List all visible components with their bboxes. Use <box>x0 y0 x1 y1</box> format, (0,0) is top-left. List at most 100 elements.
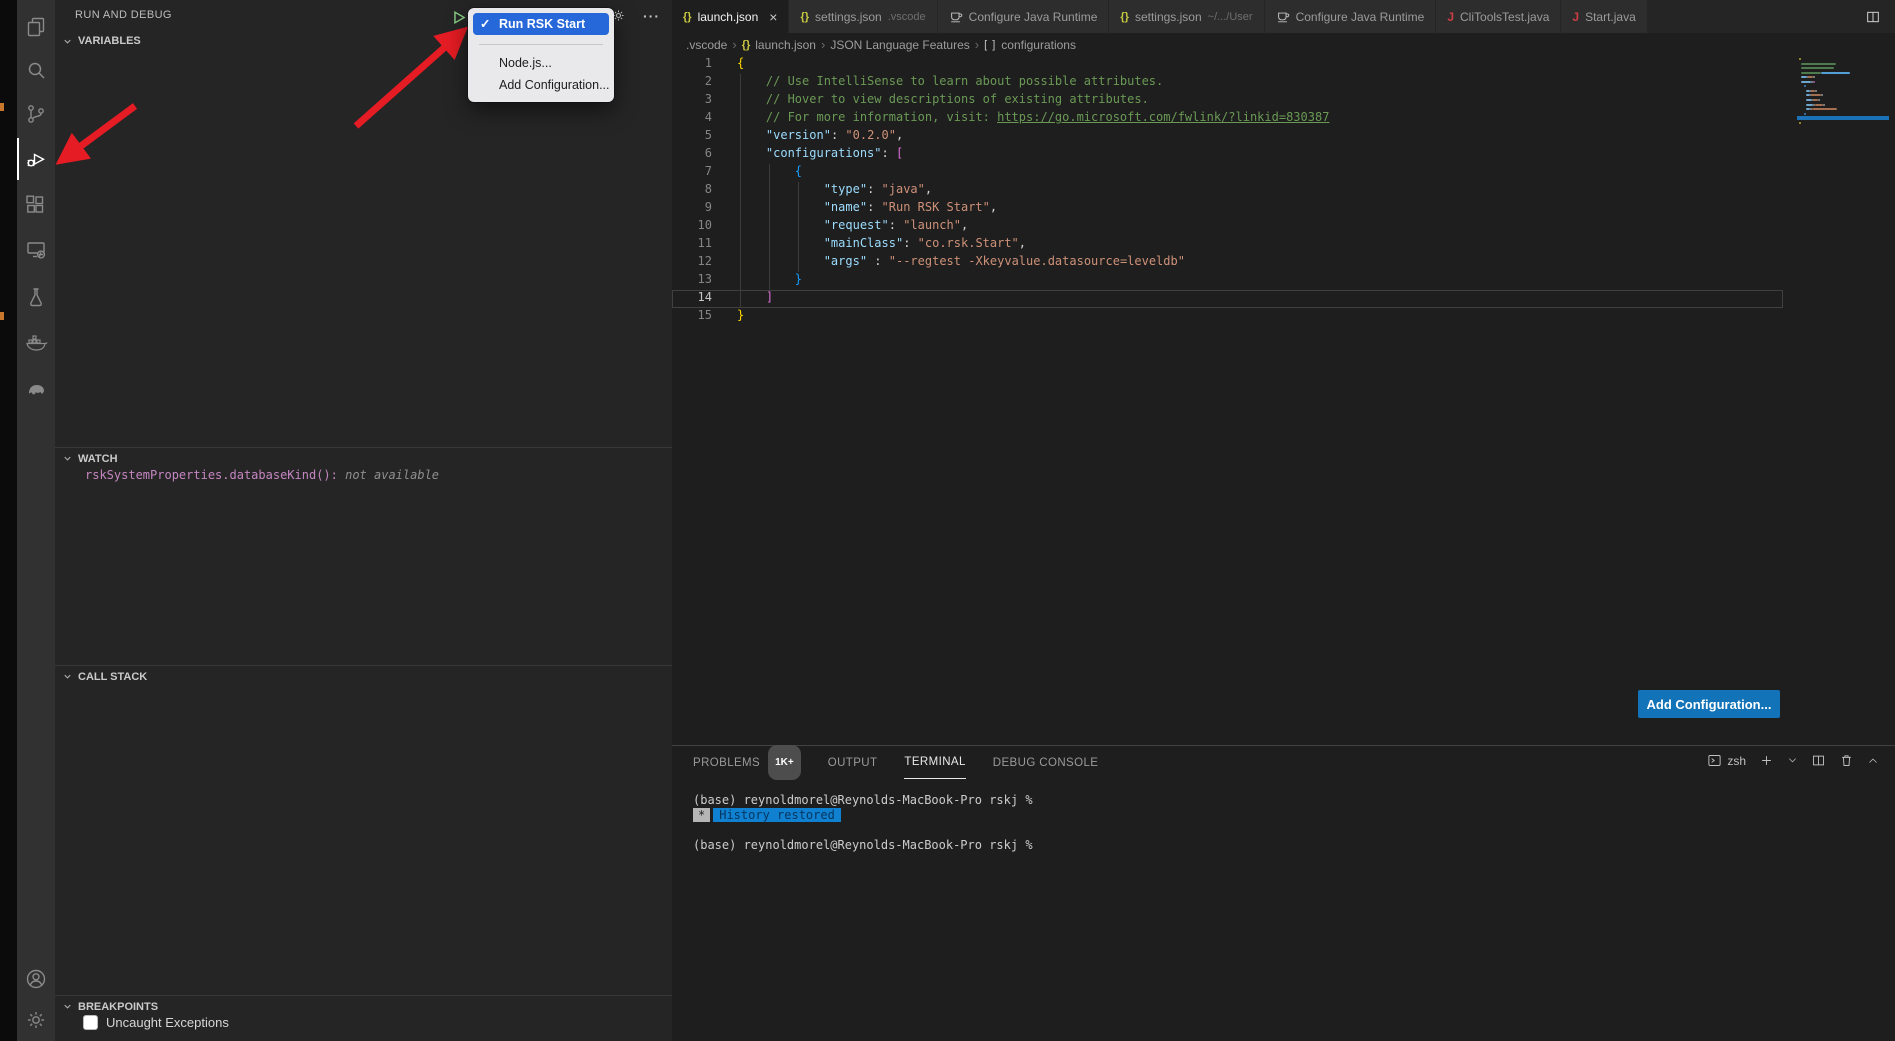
tab-label: CliToolsTest.java <box>1460 10 1549 24</box>
chevron-down-icon <box>62 671 73 682</box>
minimap-line <box>1808 76 1812 78</box>
minimap-line <box>1806 104 1813 106</box>
line-content: "version": "0.2.0", <box>737 128 903 146</box>
editor-tab[interactable]: JStart.java <box>1561 0 1647 33</box>
editor-tab[interactable]: Configure Java Runtime <box>938 0 1110 33</box>
panel-tab[interactable]: DEBUG CONSOLE <box>993 747 1099 779</box>
panel-tab[interactable]: PROBLEMS1K+ <box>693 747 801 779</box>
chevron-right-icon: › <box>821 37 825 52</box>
breadcrumb-item[interactable]: launch.json <box>755 38 816 52</box>
more-actions-icon[interactable]: ··· <box>643 11 660 21</box>
line-number: 14 <box>672 290 712 308</box>
minimap-line <box>1804 85 1806 87</box>
line-number: 8 <box>672 182 712 200</box>
editor-tab[interactable]: {}settings.json.vscode <box>789 0 937 33</box>
code-line[interactable]: 8 "type": "java", <box>672 182 1783 200</box>
watch-value: not available <box>338 468 439 482</box>
source-control-icon[interactable] <box>17 93 55 135</box>
maximize-panel-icon[interactable] <box>1867 755 1879 767</box>
breadcrumb[interactable]: .vscode›{}launch.json›JSON Language Feat… <box>672 33 1895 56</box>
close-icon[interactable]: × <box>769 10 777 24</box>
breakpoint-row: Uncaught Exceptions <box>83 1015 229 1030</box>
chevron-down-icon[interactable] <box>1787 755 1798 766</box>
breadcrumb-item[interactable]: .vscode <box>686 38 727 52</box>
split-editor-icon[interactable] <box>1865 9 1881 25</box>
settings-gear-icon[interactable] <box>17 999 55 1041</box>
code-line[interactable]: 14 ] <box>672 290 1783 308</box>
tab-label: Start.java <box>1585 10 1636 24</box>
chevron-right-icon: › <box>732 37 736 52</box>
breadcrumb-item[interactable]: configurations <box>1001 38 1076 52</box>
code-line[interactable]: 1{ <box>672 56 1783 74</box>
json-file-icon: {} <box>683 11 692 23</box>
edge-marker <box>0 312 4 320</box>
section-call-stack[interactable]: CALL STACK <box>55 665 672 687</box>
breakpoint-label: Uncaught Exceptions <box>106 1015 229 1030</box>
code-line[interactable]: 5 "version": "0.2.0", <box>672 128 1783 146</box>
split-terminal-icon[interactable] <box>1811 753 1826 768</box>
new-terminal-icon[interactable] <box>1759 753 1774 768</box>
tab-suffix: .vscode <box>888 11 926 23</box>
minimap-line <box>1818 99 1820 101</box>
add-configuration-button[interactable]: Add Configuration... <box>1638 690 1780 718</box>
panel-tab-label: OUTPUT <box>828 747 878 779</box>
terminal-shell-selector[interactable]: zsh <box>1707 753 1746 768</box>
code-line[interactable]: 7 { <box>672 164 1783 182</box>
editor-tab[interactable]: {}settings.json~/.../User <box>1109 0 1264 33</box>
java-file-icon: J <box>1447 10 1454 24</box>
gradle-icon[interactable] <box>17 366 55 408</box>
menu-item[interactable]: Node.js... <box>473 52 609 74</box>
minimap-line <box>1801 63 1835 65</box>
panel-tab[interactable]: OUTPUT <box>828 747 878 779</box>
code-line[interactable]: 2 // Use IntelliSense to learn about pos… <box>672 74 1783 92</box>
chevron-down-icon <box>62 1001 73 1012</box>
code-line[interactable]: 9 "name": "Run RSK Start", <box>672 200 1783 218</box>
vscode-window: RUN AND DEBUG ··· VARIABLES WATCH rskSys… <box>0 0 1895 1041</box>
code-line[interactable]: 15} <box>672 308 1783 326</box>
code-line[interactable]: 3 // Hover to view descriptions of exist… <box>672 92 1783 110</box>
code-line[interactable]: 4 // For more information, visit: https:… <box>672 110 1783 128</box>
panel-tab[interactable]: TERMINAL <box>904 747 965 779</box>
menu-item[interactable]: ✓Run RSK Start <box>473 13 609 35</box>
panel-tab-label: PROBLEMS <box>693 747 760 779</box>
line-number: 5 <box>672 128 712 146</box>
line-content: "name": "Run RSK Start", <box>737 200 997 218</box>
section-label: WATCH <box>78 453 118 465</box>
section-breakpoints[interactable]: BREAKPOINTS <box>55 995 672 1017</box>
editor-tab[interactable]: Configure Java Runtime <box>1265 0 1437 33</box>
indent-guide <box>740 74 741 308</box>
code-line[interactable]: 11 "mainClass": "co.rsk.Start", <box>672 236 1783 254</box>
testing-icon[interactable] <box>17 276 55 318</box>
menu-item-label: Add Configuration... <box>499 78 610 92</box>
menu-item[interactable]: Add Configuration... <box>473 74 609 96</box>
minimap[interactable] <box>1797 58 1889 178</box>
run-and-debug-icon[interactable] <box>17 138 55 180</box>
remote-explorer-icon[interactable] <box>17 229 55 271</box>
code-line[interactable]: 13 } <box>672 272 1783 290</box>
editor-tab[interactable]: J CliToolsTest.java <box>1436 0 1561 33</box>
json-file-icon: {} <box>800 11 809 23</box>
history-star: * <box>693 808 710 822</box>
section-label: CALL STACK <box>78 671 147 683</box>
code-line[interactable]: 12 "args" : "--regtest -Xkeyvalue.dataso… <box>672 254 1783 272</box>
extensions-icon[interactable] <box>17 184 55 226</box>
terminal-output[interactable]: (base) reynoldmorel@Reynolds-MacBook-Pro… <box>672 779 1895 853</box>
code-line[interactable]: 10 "request": "launch", <box>672 218 1783 236</box>
account-icon[interactable] <box>17 958 55 1000</box>
code-line[interactable]: 6 "configurations": [ <box>672 146 1783 164</box>
breakpoint-checkbox[interactable] <box>83 1015 98 1030</box>
line-content: "mainClass": "co.rsk.Start", <box>737 236 1026 254</box>
debug-start-button[interactable] <box>450 9 467 31</box>
watch-expression-row[interactable]: rskSystemProperties.databaseKind(): not … <box>85 468 439 482</box>
docker-icon[interactable] <box>17 321 55 363</box>
search-icon[interactable] <box>17 49 55 91</box>
editor-tab[interactable]: {}launch.json× <box>672 0 789 33</box>
section-watch[interactable]: WATCH <box>55 447 672 469</box>
minimap-line <box>1813 81 1815 83</box>
breadcrumb-item[interactable]: JSON Language Features <box>830 38 969 52</box>
code-editor[interactable]: 1{2 // Use IntelliSense to learn about p… <box>672 56 1895 745</box>
kill-terminal-icon[interactable] <box>1839 753 1854 768</box>
line-number: 2 <box>672 74 712 92</box>
minimap-line <box>1801 72 1821 74</box>
explorer-icon[interactable] <box>17 6 55 48</box>
